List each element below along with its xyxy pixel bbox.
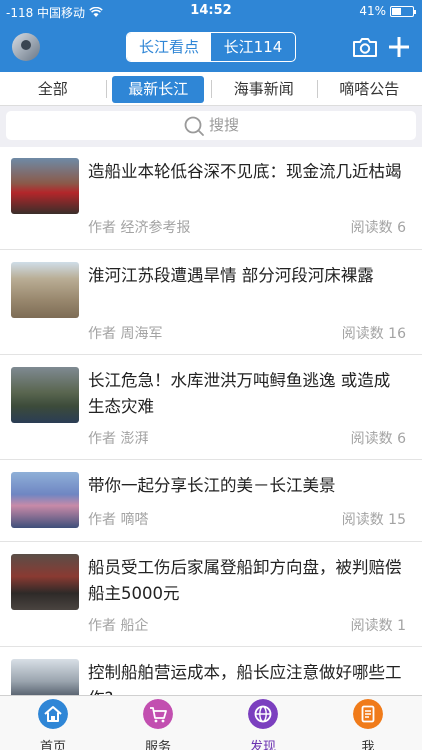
list-item[interactable]: 造船业本轮低谷深不见底：现金流几近枯竭 作者 经济参考报 阅读数 6 [0,147,422,250]
search-input[interactable]: 搜搜 [6,111,416,140]
article-author: 作者 经济参考报 [88,220,191,236]
list-item[interactable]: 带你一起分享长江的美－长江美景 作者 嘀嗒 阅读数 15 [0,461,422,542]
article-author: 作者 周海军 [88,326,163,342]
search-icon [184,116,204,136]
bottom-tab-bar: 首页 服务 发现 我 [0,695,422,750]
article-author: 作者 澎湃 [88,431,149,447]
article-meta: 作者 嘀嗒 阅读数 15 [88,509,406,529]
article-title: 长江危急！水库泄洪万吨鲟鱼逃逸 或造成生态灾难 [88,371,391,416]
battery-icon [390,5,416,17]
article-thumbnail [11,554,79,610]
article-author: 作者 嘀嗒 [88,512,149,528]
tabbar-label: 发现 [249,740,276,750]
article-reads: 阅读数 1 [350,618,406,634]
article-thumbnail [11,158,79,214]
tabbar-label: 我 [361,740,375,750]
avatar[interactable] [12,33,40,61]
article-author: 作者 船企 [88,618,149,634]
article-reads: 阅读数 15 [341,512,406,528]
article-thumbnail [11,472,79,528]
tabbar-discover[interactable]: 发现 [228,699,298,750]
article-title: 淮河江苏段遭遇旱情 部分河段河床裸露 [88,266,374,285]
list-item[interactable]: 淮河江苏段遭遇旱情 部分河段河床裸露 作者 周海军 阅读数 16 [0,251,422,355]
camera-icon[interactable] [352,36,378,58]
article-title: 控制船舶营运成本，船长应注意做好哪些工作? [88,663,402,695]
category-tabs: 全部 最新长江 海事新闻 嘀嗒公告 [0,72,422,106]
tab-maritime-news[interactable]: 海事新闻 [211,72,317,105]
article-thumbnail [11,367,79,423]
article-title: 造船业本轮低谷深不见底：现金流几近枯竭 [88,162,402,181]
battery-percent: 41% [359,4,386,18]
article-reads: 阅读数 6 [350,220,406,236]
plus-icon[interactable] [388,36,410,58]
globe-icon [248,699,278,729]
search-area: 搜搜 [0,106,422,146]
document-icon [353,699,383,729]
article-reads: 阅读数 6 [350,431,406,447]
list-item[interactable]: 船员受工伤后家属登船卸方向盘，被判赔偿船主5000元 作者 船企 阅读数 1 [0,543,422,647]
segment-changjiang-kandian[interactable]: 长江看点 [127,33,211,61]
tabbar-label: 首页 [39,740,66,750]
tabbar-label: 服务 [144,740,171,750]
segment-changjiang-114[interactable]: 长江114 [211,33,295,61]
status-bar: -118 中国移动 14:52 41% [0,0,422,22]
tabbar-home[interactable]: 首页 [18,699,88,750]
article-title: 带你一起分享长江的美－长江美景 [88,476,336,495]
article-meta: 作者 船企 阅读数 1 [88,615,406,635]
header-segment-control: 长江看点 长江114 [126,32,296,62]
tab-latest-changjiang[interactable]: 最新长江 [105,72,212,105]
home-icon [38,699,68,729]
article-meta: 作者 经济参考报 阅读数 6 [88,217,406,237]
article-list: 造船业本轮低谷深不见底：现金流几近枯竭 作者 经济参考报 阅读数 6 淮河江苏段… [0,147,422,695]
tab-dida-notices[interactable]: 嘀嗒公告 [316,72,422,105]
article-reads: 阅读数 16 [341,326,406,342]
tabbar-service[interactable]: 服务 [123,699,193,750]
article-meta: 作者 周海军 阅读数 16 [88,323,406,343]
article-meta: 作者 澎湃 阅读数 6 [88,428,406,448]
list-item[interactable]: 控制船舶营运成本，船长应注意做好哪些工作? [0,648,422,695]
header-bar: -118 中国移动 14:52 41% 长江看点 长江114 [0,0,422,72]
article-thumbnail [11,659,79,695]
cart-icon [143,699,173,729]
article-thumbnail [11,262,79,318]
tab-all[interactable]: 全部 [0,72,106,105]
article-title: 船员受工伤后家属登船卸方向盘，被判赔偿船主5000元 [88,558,402,603]
list-item[interactable]: 长江危急！水库泄洪万吨鲟鱼逃逸 或造成生态灾难 作者 澎湃 阅读数 6 [0,356,422,460]
tabbar-me[interactable]: 我 [333,699,403,750]
search-placeholder: 搜搜 [208,116,239,134]
